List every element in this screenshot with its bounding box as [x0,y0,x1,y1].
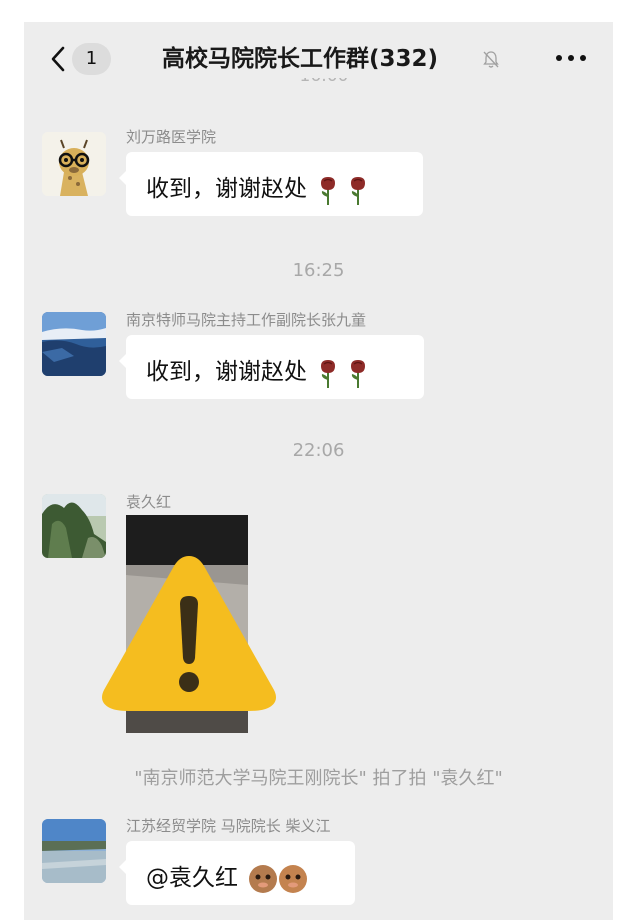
rose-emoji-icon [321,359,366,388]
partial-timestamp: 16:00 [294,78,354,92]
rose-emoji-icon [321,176,366,205]
avatar-lake[interactable] [42,819,106,883]
back-icon[interactable] [46,42,72,76]
more-options-icon[interactable] [554,49,588,67]
sender-name: 南京特师马院主持工作副院长张九童 [126,311,367,329]
unread-count-badge[interactable]: 1 [72,43,111,75]
landscape-avatar-image [42,312,106,376]
timestamp: 22:06 [292,440,345,461]
message-text: 收到，谢谢赵处 [146,169,374,205]
message-bubble[interactable]: @袁久红 [119,841,355,905]
avatar-giraffe[interactable] [42,132,106,196]
sender-name: 袁久红 [126,493,172,511]
message-bubble[interactable]: 收到，谢谢赵处 [119,152,423,216]
trees-avatar-image [42,494,106,558]
giraffe-avatar-image [42,132,106,196]
face-emoji-icon [249,864,308,893]
lake-avatar-image [42,819,106,883]
chat-title: 高校马院院长工作群(332) [162,46,439,72]
mute-bell-icon [483,51,499,68]
message-bubble[interactable]: 收到，谢谢赵处 [119,335,424,399]
message-text: 收到，谢谢赵处 [146,352,374,388]
message-text: @袁久红 [146,858,311,895]
warning-icon [102,556,276,711]
chat-screen: 1 高校马院院长工作群(332) 16:00 [24,22,613,920]
avatar-landscape[interactable] [42,312,106,376]
avatar-trees[interactable] [42,494,106,558]
sender-name: 江苏经贸学院 马院院长 柴义江 [126,817,331,835]
pat-system-message: "南京师范大学马院王刚院长" 拍了拍 "袁久红" [134,768,503,789]
timestamp: 16:25 [292,260,345,281]
sender-name: 刘万路医学院 [126,128,217,146]
